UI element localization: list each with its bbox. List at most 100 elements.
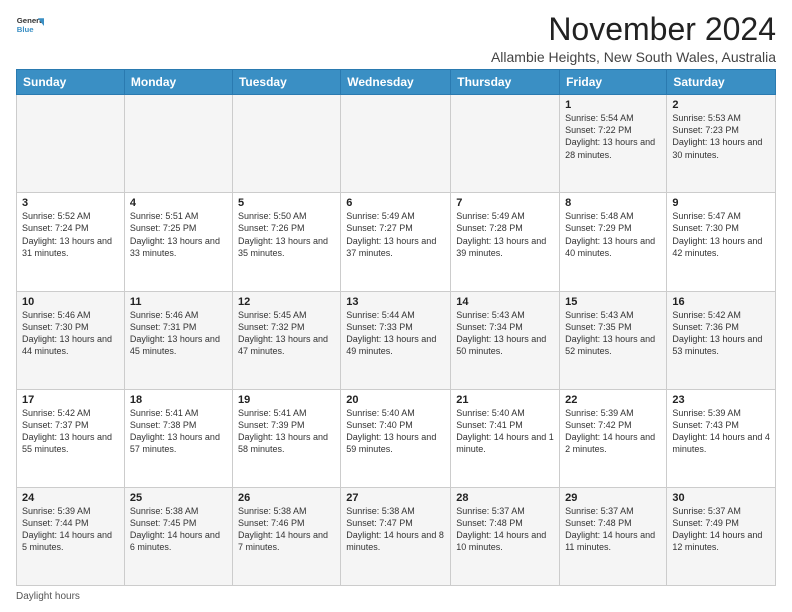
day-cell: 8Sunrise: 5:48 AM Sunset: 7:29 PM Daylig… (560, 193, 667, 291)
day-cell: 19Sunrise: 5:41 AM Sunset: 7:39 PM Dayli… (232, 389, 340, 487)
day-cell: 11Sunrise: 5:46 AM Sunset: 7:31 PM Dayli… (124, 291, 232, 389)
week-row-2: 3Sunrise: 5:52 AM Sunset: 7:24 PM Daylig… (17, 193, 776, 291)
day-number: 25 (130, 492, 227, 504)
day-info: Sunrise: 5:44 AM Sunset: 7:33 PM Dayligh… (346, 309, 445, 358)
day-info: Sunrise: 5:47 AM Sunset: 7:30 PM Dayligh… (672, 210, 770, 259)
title-block: November 2024 Allambie Heights, New Sout… (491, 12, 776, 65)
day-number: 6 (346, 197, 445, 209)
day-number: 2 (672, 99, 770, 111)
day-info: Sunrise: 5:48 AM Sunset: 7:29 PM Dayligh… (565, 210, 661, 259)
day-info: Sunrise: 5:46 AM Sunset: 7:30 PM Dayligh… (22, 309, 119, 358)
col-header-friday: Friday (560, 70, 667, 95)
week-row-5: 24Sunrise: 5:39 AM Sunset: 7:44 PM Dayli… (17, 487, 776, 585)
day-cell: 15Sunrise: 5:43 AM Sunset: 7:35 PM Dayli… (560, 291, 667, 389)
day-info: Sunrise: 5:39 AM Sunset: 7:44 PM Dayligh… (22, 505, 119, 554)
day-cell: 20Sunrise: 5:40 AM Sunset: 7:40 PM Dayli… (341, 389, 451, 487)
day-number: 12 (238, 296, 335, 308)
day-cell: 4Sunrise: 5:51 AM Sunset: 7:25 PM Daylig… (124, 193, 232, 291)
day-number: 15 (565, 296, 661, 308)
day-info: Sunrise: 5:38 AM Sunset: 7:47 PM Dayligh… (346, 505, 445, 554)
day-cell: 14Sunrise: 5:43 AM Sunset: 7:34 PM Dayli… (451, 291, 560, 389)
main-title: November 2024 (491, 12, 776, 47)
day-number: 3 (22, 197, 119, 209)
logo-icon: General Blue (16, 12, 44, 40)
footer: Daylight hours (16, 591, 776, 602)
day-number: 27 (346, 492, 445, 504)
day-info: Sunrise: 5:37 AM Sunset: 7:48 PM Dayligh… (456, 505, 554, 554)
page: General Blue November 2024 Allambie Heig… (0, 0, 792, 612)
col-header-wednesday: Wednesday (341, 70, 451, 95)
day-cell (341, 95, 451, 193)
daylight-label: Daylight hours (16, 591, 80, 602)
day-info: Sunrise: 5:42 AM Sunset: 7:36 PM Dayligh… (672, 309, 770, 358)
day-cell (17, 95, 125, 193)
day-cell (451, 95, 560, 193)
day-number: 29 (565, 492, 661, 504)
day-info: Sunrise: 5:49 AM Sunset: 7:27 PM Dayligh… (346, 210, 445, 259)
day-cell: 3Sunrise: 5:52 AM Sunset: 7:24 PM Daylig… (17, 193, 125, 291)
day-cell: 13Sunrise: 5:44 AM Sunset: 7:33 PM Dayli… (341, 291, 451, 389)
day-cell: 7Sunrise: 5:49 AM Sunset: 7:28 PM Daylig… (451, 193, 560, 291)
day-number: 7 (456, 197, 554, 209)
day-info: Sunrise: 5:43 AM Sunset: 7:35 PM Dayligh… (565, 309, 661, 358)
day-cell: 28Sunrise: 5:37 AM Sunset: 7:48 PM Dayli… (451, 487, 560, 585)
day-cell: 18Sunrise: 5:41 AM Sunset: 7:38 PM Dayli… (124, 389, 232, 487)
day-number: 19 (238, 394, 335, 406)
day-info: Sunrise: 5:40 AM Sunset: 7:41 PM Dayligh… (456, 407, 554, 456)
day-cell: 5Sunrise: 5:50 AM Sunset: 7:26 PM Daylig… (232, 193, 340, 291)
day-number: 1 (565, 99, 661, 111)
header-row: SundayMondayTuesdayWednesdayThursdayFrid… (17, 70, 776, 95)
day-number: 8 (565, 197, 661, 209)
day-cell: 26Sunrise: 5:38 AM Sunset: 7:46 PM Dayli… (232, 487, 340, 585)
day-info: Sunrise: 5:39 AM Sunset: 7:43 PM Dayligh… (672, 407, 770, 456)
day-cell: 17Sunrise: 5:42 AM Sunset: 7:37 PM Dayli… (17, 389, 125, 487)
col-header-thursday: Thursday (451, 70, 560, 95)
day-cell: 25Sunrise: 5:38 AM Sunset: 7:45 PM Dayli… (124, 487, 232, 585)
day-number: 11 (130, 296, 227, 308)
day-number: 18 (130, 394, 227, 406)
day-number: 23 (672, 394, 770, 406)
day-info: Sunrise: 5:46 AM Sunset: 7:31 PM Dayligh… (130, 309, 227, 358)
day-info: Sunrise: 5:39 AM Sunset: 7:42 PM Dayligh… (565, 407, 661, 456)
day-number: 28 (456, 492, 554, 504)
day-info: Sunrise: 5:49 AM Sunset: 7:28 PM Dayligh… (456, 210, 554, 259)
day-number: 21 (456, 394, 554, 406)
day-number: 20 (346, 394, 445, 406)
day-cell: 30Sunrise: 5:37 AM Sunset: 7:49 PM Dayli… (667, 487, 776, 585)
day-number: 4 (130, 197, 227, 209)
day-number: 22 (565, 394, 661, 406)
day-number: 16 (672, 296, 770, 308)
logo: General Blue (16, 12, 44, 40)
day-number: 14 (456, 296, 554, 308)
day-info: Sunrise: 5:37 AM Sunset: 7:48 PM Dayligh… (565, 505, 661, 554)
col-header-saturday: Saturday (667, 70, 776, 95)
week-row-4: 17Sunrise: 5:42 AM Sunset: 7:37 PM Dayli… (17, 389, 776, 487)
day-info: Sunrise: 5:38 AM Sunset: 7:46 PM Dayligh… (238, 505, 335, 554)
day-info: Sunrise: 5:43 AM Sunset: 7:34 PM Dayligh… (456, 309, 554, 358)
week-row-3: 10Sunrise: 5:46 AM Sunset: 7:30 PM Dayli… (17, 291, 776, 389)
day-cell: 24Sunrise: 5:39 AM Sunset: 7:44 PM Dayli… (17, 487, 125, 585)
day-info: Sunrise: 5:37 AM Sunset: 7:49 PM Dayligh… (672, 505, 770, 554)
calendar: SundayMondayTuesdayWednesdayThursdayFrid… (16, 69, 776, 586)
day-cell: 6Sunrise: 5:49 AM Sunset: 7:27 PM Daylig… (341, 193, 451, 291)
day-info: Sunrise: 5:53 AM Sunset: 7:23 PM Dayligh… (672, 112, 770, 161)
day-number: 9 (672, 197, 770, 209)
col-header-sunday: Sunday (17, 70, 125, 95)
day-info: Sunrise: 5:38 AM Sunset: 7:45 PM Dayligh… (130, 505, 227, 554)
day-info: Sunrise: 5:41 AM Sunset: 7:39 PM Dayligh… (238, 407, 335, 456)
col-header-monday: Monday (124, 70, 232, 95)
day-info: Sunrise: 5:45 AM Sunset: 7:32 PM Dayligh… (238, 309, 335, 358)
subtitle: Allambie Heights, New South Wales, Austr… (491, 49, 776, 65)
day-number: 13 (346, 296, 445, 308)
day-cell: 10Sunrise: 5:46 AM Sunset: 7:30 PM Dayli… (17, 291, 125, 389)
day-number: 26 (238, 492, 335, 504)
calendar-table: SundayMondayTuesdayWednesdayThursdayFrid… (16, 69, 776, 586)
day-cell: 23Sunrise: 5:39 AM Sunset: 7:43 PM Dayli… (667, 389, 776, 487)
day-info: Sunrise: 5:40 AM Sunset: 7:40 PM Dayligh… (346, 407, 445, 456)
day-info: Sunrise: 5:54 AM Sunset: 7:22 PM Dayligh… (565, 112, 661, 161)
day-number: 5 (238, 197, 335, 209)
day-cell: 21Sunrise: 5:40 AM Sunset: 7:41 PM Dayli… (451, 389, 560, 487)
day-cell: 2Sunrise: 5:53 AM Sunset: 7:23 PM Daylig… (667, 95, 776, 193)
day-cell: 9Sunrise: 5:47 AM Sunset: 7:30 PM Daylig… (667, 193, 776, 291)
day-info: Sunrise: 5:51 AM Sunset: 7:25 PM Dayligh… (130, 210, 227, 259)
